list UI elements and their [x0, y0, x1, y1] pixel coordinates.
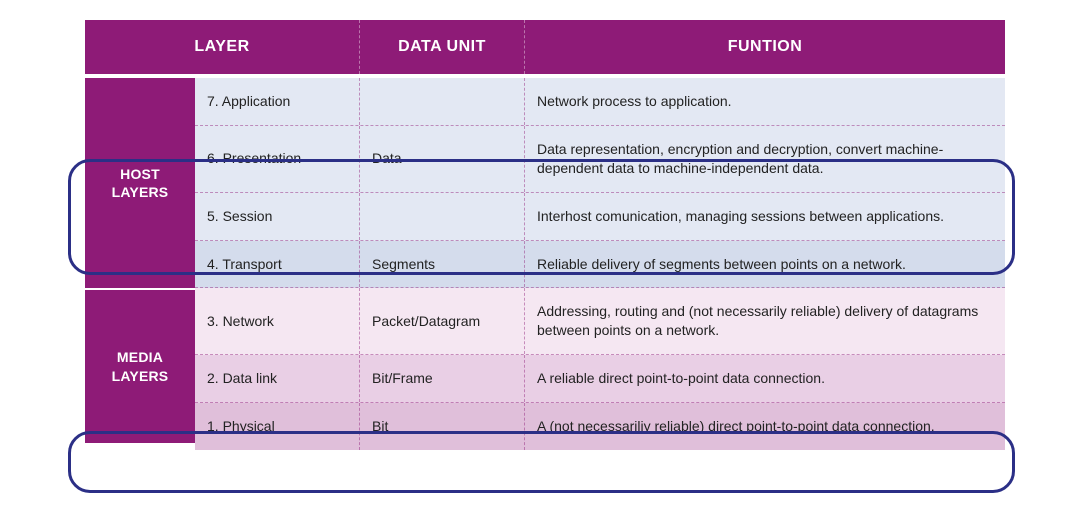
cell-function: Reliable delivery of segments between po… — [525, 241, 1005, 288]
table-header: LAYER DATA UNIT FUNTION — [85, 20, 1005, 78]
cell-data-unit: Data — [360, 126, 525, 192]
row-presentation: 6. Presentation Data Data representation… — [195, 126, 1005, 193]
table-rows: 7. Application Network process to applic… — [195, 78, 1005, 450]
header-data-unit: DATA UNIT — [360, 20, 525, 74]
cell-layer: 4. Transport — [195, 241, 360, 288]
cell-layer: 1. Physical — [195, 403, 360, 450]
row-physical: 1. Physical Bit A (not necessariliy reli… — [195, 403, 1005, 450]
cell-layer: 2. Data link — [195, 355, 360, 402]
cell-layer: 5. Session — [195, 193, 360, 240]
row-session: 5. Session Interhost comunication, manag… — [195, 193, 1005, 241]
row-application: 7. Application Network process to applic… — [195, 78, 1005, 126]
cell-function: A reliable direct point-to-point data co… — [525, 355, 1005, 402]
cell-data-unit: Segments — [360, 241, 525, 288]
cell-data-unit: Bit/Frame — [360, 355, 525, 402]
cell-function: Network process to application. — [525, 78, 1005, 125]
cell-function: Addressing, routing and (not necessarily… — [525, 288, 1005, 354]
cell-function: Data representation, encryption and decr… — [525, 126, 1005, 192]
row-transport: 4. Transport Segments Reliable delivery … — [195, 241, 1005, 289]
group-media-text: MEDIALAYERS — [112, 348, 169, 384]
cell-layer: 6. Presentation — [195, 126, 360, 192]
cell-data-unit: Bit — [360, 403, 525, 450]
cell-function: Interhost comunication, managing session… — [525, 193, 1005, 240]
group-host-layers: HOSTLAYERS — [85, 78, 195, 290]
osi-table: LAYER DATA UNIT FUNTION HOSTLAYERS MEDIA… — [85, 20, 1005, 450]
cell-layer: 3. Network — [195, 288, 360, 354]
row-network: 3. Network Packet/Datagram Addressing, r… — [195, 288, 1005, 355]
table-body: HOSTLAYERS MEDIALAYERS 7. Application Ne… — [85, 78, 1005, 450]
row-data-link: 2. Data link Bit/Frame A reliable direct… — [195, 355, 1005, 403]
group-host-text: HOSTLAYERS — [112, 165, 169, 201]
header-layer: LAYER — [85, 20, 360, 74]
header-function: FUNTION — [525, 20, 1005, 74]
cell-data-unit — [360, 78, 525, 125]
side-labels: HOSTLAYERS MEDIALAYERS — [85, 78, 195, 450]
group-media-layers: MEDIALAYERS — [85, 290, 195, 443]
cell-function: A (not necessariliy reliable) direct poi… — [525, 403, 1005, 450]
cell-data-unit — [360, 193, 525, 240]
cell-layer: 7. Application — [195, 78, 360, 125]
cell-data-unit: Packet/Datagram — [360, 288, 525, 354]
